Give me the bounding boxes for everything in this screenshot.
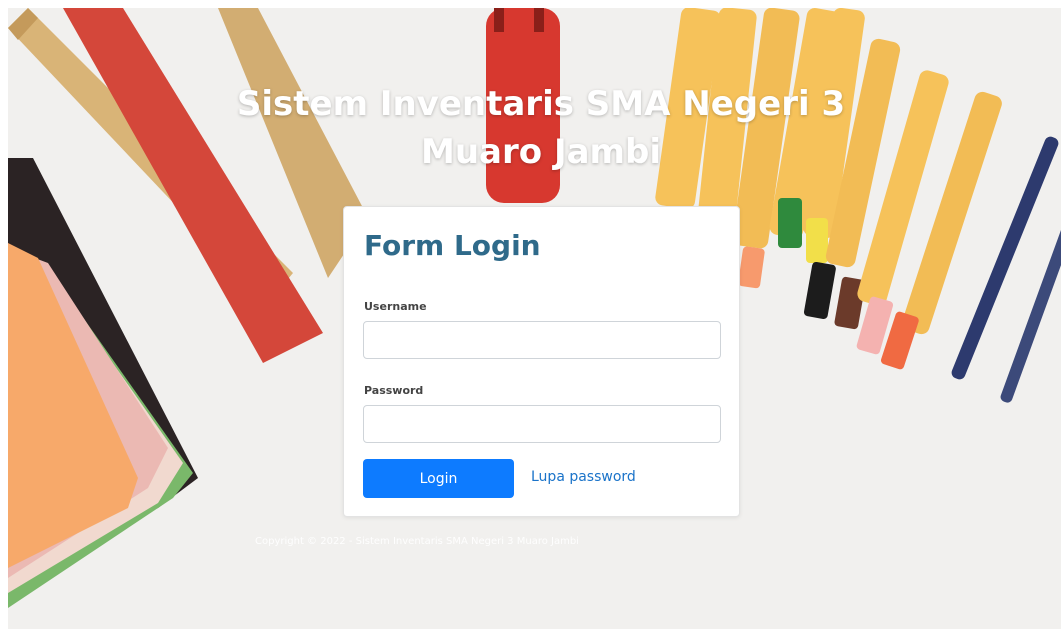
password-label: Password <box>364 384 424 397</box>
page-frame: Sistem Inventaris SMA Negeri 3 Muaro Jam… <box>0 0 1061 637</box>
username-input[interactable] <box>363 321 721 359</box>
site-title-line1: Sistem Inventaris SMA Negeri 3 <box>236 84 846 124</box>
copyright-text: Copyright © 2022 - Sistem Inventaris SMA… <box>255 536 579 547</box>
site-title-line2: Muaro Jambi <box>421 132 661 172</box>
password-input[interactable] <box>363 405 721 443</box>
login-card: Form Login Username Password Login Lupa … <box>343 206 740 517</box>
username-label: Username <box>364 300 427 313</box>
site-title: Sistem Inventaris SMA Negeri 3 Muaro Jam… <box>200 80 882 176</box>
login-button[interactable]: Login <box>363 459 514 498</box>
paper-stack <box>8 158 198 608</box>
forgot-password-link[interactable]: Lupa password <box>531 469 636 485</box>
form-title: Form Login <box>364 229 541 262</box>
